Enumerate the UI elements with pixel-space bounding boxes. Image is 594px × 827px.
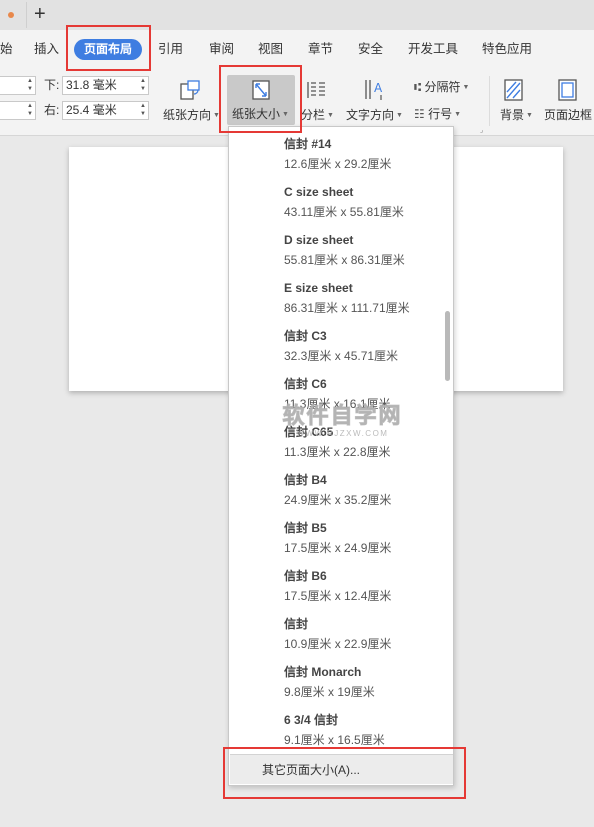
group-launcher-icon[interactable]: ⌟ xyxy=(480,126,483,134)
paper-size-option[interactable]: 信封 B4 24.9厘米 x 35.2厘米 xyxy=(284,472,449,508)
margin-bottom-label: 下: xyxy=(44,78,60,92)
breaks-icon: ⑆ xyxy=(414,80,422,94)
ribbon-divider xyxy=(489,76,490,126)
paper-size-option[interactable]: C size sheet 43.11厘米 x 55.81厘米 xyxy=(284,184,449,220)
paper-size-option[interactable]: 信封 10.9厘米 x 22.9厘米 xyxy=(284,616,449,652)
text-direction-icon[interactable]: A xyxy=(362,77,388,103)
margin-right-value: 25.4 毫米 xyxy=(66,103,117,117)
margin-right-field[interactable]: 25.4 毫米 ▲ ▼ xyxy=(62,101,149,120)
chevron-down-icon: ▼ xyxy=(452,110,461,118)
paper-size-name: 信封 C6 xyxy=(284,377,327,391)
chevron-down-icon: ▼ xyxy=(325,111,334,119)
spinner-arrows-icon[interactable]: ▲ ▼ xyxy=(26,77,34,94)
orientation-button[interactable]: 纸张方向 ▼ xyxy=(163,107,220,124)
line-numbers-button[interactable]: ☷ 行号 ▼ xyxy=(414,106,461,123)
paper-size-dimensions: 9.1厘米 x 16.5厘米 xyxy=(284,733,385,747)
paper-size-option[interactable]: 信封 C65 11.3厘米 x 22.8厘米 xyxy=(284,424,449,460)
paper-size-dimensions: 24.9厘米 x 35.2厘米 xyxy=(284,493,392,507)
menu-item-section[interactable]: 章节 xyxy=(308,40,333,58)
chevron-down-icon: ▼ xyxy=(394,111,403,119)
paper-size-name: E size sheet xyxy=(284,281,353,295)
dropdown-scrollbar-thumb[interactable] xyxy=(445,311,450,381)
paper-size-option[interactable]: D size sheet 55.81厘米 x 86.31厘米 xyxy=(284,232,449,268)
paper-size-option[interactable]: 信封 B5 17.5厘米 x 24.9厘米 xyxy=(284,520,449,556)
menu-item-insert[interactable]: 插入 xyxy=(34,40,59,58)
page-border-label: 页面边框 xyxy=(544,108,593,122)
highlight-frame-more-sizes xyxy=(223,747,466,799)
paper-size-option[interactable]: 信封 Monarch 9.8厘米 x 19厘米 xyxy=(284,664,449,700)
text-direction-button[interactable]: 文字方向 ▼ xyxy=(346,107,403,124)
new-tab-button[interactable]: + xyxy=(34,3,46,25)
menu-item-references[interactable]: 引用 xyxy=(158,40,183,58)
svg-text:A: A xyxy=(374,81,383,95)
paper-size-dimensions: 55.81厘米 x 86.31厘米 xyxy=(284,253,405,267)
margin-top-spinner[interactable]: ▲ ▼ xyxy=(0,76,36,95)
menu-item-security[interactable]: 安全 xyxy=(358,40,383,58)
paper-size-name: 信封 B6 xyxy=(284,569,327,583)
chevron-down-icon: ▼ xyxy=(524,111,533,119)
paper-size-option[interactable]: E size sheet 86.31厘米 x 111.71厘米 xyxy=(284,280,449,316)
paper-size-dimensions: 12.6厘米 x 29.2厘米 xyxy=(284,157,392,171)
tab-divider xyxy=(26,2,27,28)
margin-bottom-value: 31.8 毫米 xyxy=(66,78,117,92)
paper-size-dimensions: 17.5厘米 x 24.9厘米 xyxy=(284,541,392,555)
background-button[interactable]: 背景 ▼ xyxy=(500,107,533,124)
paper-size-option[interactable]: 信封 B6 17.5厘米 x 12.4厘米 xyxy=(284,568,449,604)
paper-size-option[interactable]: 信封 #14 12.6厘米 x 29.2厘米 xyxy=(284,136,449,172)
text-direction-label: 文字方向 xyxy=(346,108,395,122)
paper-size-name: 6 3/4 信封 xyxy=(284,713,339,727)
paper-size-dropdown[interactable]: 信封 #14 12.6厘米 x 29.2厘米 C size sheet 43.1… xyxy=(228,126,454,786)
paper-size-name: 信封 C3 xyxy=(284,329,327,343)
paper-size-dimensions: 11.3厘米 x 22.8厘米 xyxy=(284,445,391,459)
spinner-arrows-icon[interactable]: ▲ ▼ xyxy=(26,102,34,119)
chevron-down-icon: ▼ xyxy=(460,83,470,91)
breaks-button[interactable]: ⑆ 分隔符 ▼ xyxy=(414,79,469,96)
paper-size-name: 信封 C65 xyxy=(284,425,334,439)
paper-size-name: 信封 B5 xyxy=(284,521,327,535)
paper-size-option[interactable]: 6 3/4 信封 9.1厘米 x 16.5厘米 xyxy=(284,712,449,748)
menu-item-start[interactable]: 始 xyxy=(0,40,13,58)
page-orientation-icon[interactable] xyxy=(178,78,202,102)
paper-size-dimensions: 11.3厘米 x 16.1厘米 xyxy=(284,397,391,411)
menu-item-special-apps[interactable]: 特色应用 xyxy=(482,40,532,58)
paper-size-name: 信封 B4 xyxy=(284,473,327,487)
highlight-frame-paper-size xyxy=(219,65,302,133)
background-label: 背景 xyxy=(500,108,525,122)
menu-item-developer-tools[interactable]: 开发工具 xyxy=(408,40,458,58)
paper-size-option[interactable]: 信封 C3 32.3厘米 x 45.71厘米 xyxy=(284,328,449,364)
paper-size-dimensions: 86.31厘米 x 111.71厘米 xyxy=(284,301,410,315)
paper-size-dimensions: 43.11厘米 x 55.81厘米 xyxy=(284,205,404,219)
page-background-icon[interactable] xyxy=(503,78,525,102)
paper-size-name: 信封 xyxy=(284,617,309,631)
line-numbers-label: 行号 xyxy=(428,107,453,121)
margin-right-label: 右: xyxy=(44,103,60,117)
columns-label: 分栏 xyxy=(301,108,326,122)
spinner-arrows-icon[interactable]: ▲ ▼ xyxy=(139,77,147,94)
unsaved-dot-icon xyxy=(8,12,14,18)
margin-bottom-field[interactable]: 31.8 毫米 ▲ ▼ xyxy=(62,76,149,95)
paper-size-dimensions: 9.8厘米 x 19厘米 xyxy=(284,685,375,699)
paper-size-dimensions: 10.9厘米 x 22.9厘米 xyxy=(284,637,392,651)
menu-item-view[interactable]: 视图 xyxy=(258,40,283,58)
page-border-icon[interactable] xyxy=(557,78,579,102)
paper-size-name: 信封 Monarch xyxy=(284,665,362,679)
paper-size-option[interactable]: 信封 C6 11.3厘米 x 16.1厘米 xyxy=(284,376,449,412)
margin-left-spinner[interactable]: ▲ ▼ xyxy=(0,101,36,120)
paper-size-name: D size sheet xyxy=(284,233,354,247)
columns-button[interactable]: 分栏 ▼ xyxy=(301,107,334,124)
paper-size-dimensions: 17.5厘米 x 12.4厘米 xyxy=(284,589,392,603)
page-border-button[interactable]: 页面边框 xyxy=(544,107,592,123)
line-numbers-icon: ☷ xyxy=(414,107,425,121)
paper-size-name: 信封 #14 xyxy=(284,137,332,151)
spinner-arrows-icon[interactable]: ▲ ▼ xyxy=(139,102,147,119)
menu-item-review[interactable]: 审阅 xyxy=(209,40,234,58)
columns-icon[interactable] xyxy=(305,78,329,102)
highlight-frame-page-layout xyxy=(66,25,151,71)
orientation-label: 纸张方向 xyxy=(163,108,212,122)
paper-size-name: C size sheet xyxy=(284,185,354,199)
paper-size-dimensions: 32.3厘米 x 45.71厘米 xyxy=(284,349,399,363)
breaks-label: 分隔符 xyxy=(424,80,461,94)
